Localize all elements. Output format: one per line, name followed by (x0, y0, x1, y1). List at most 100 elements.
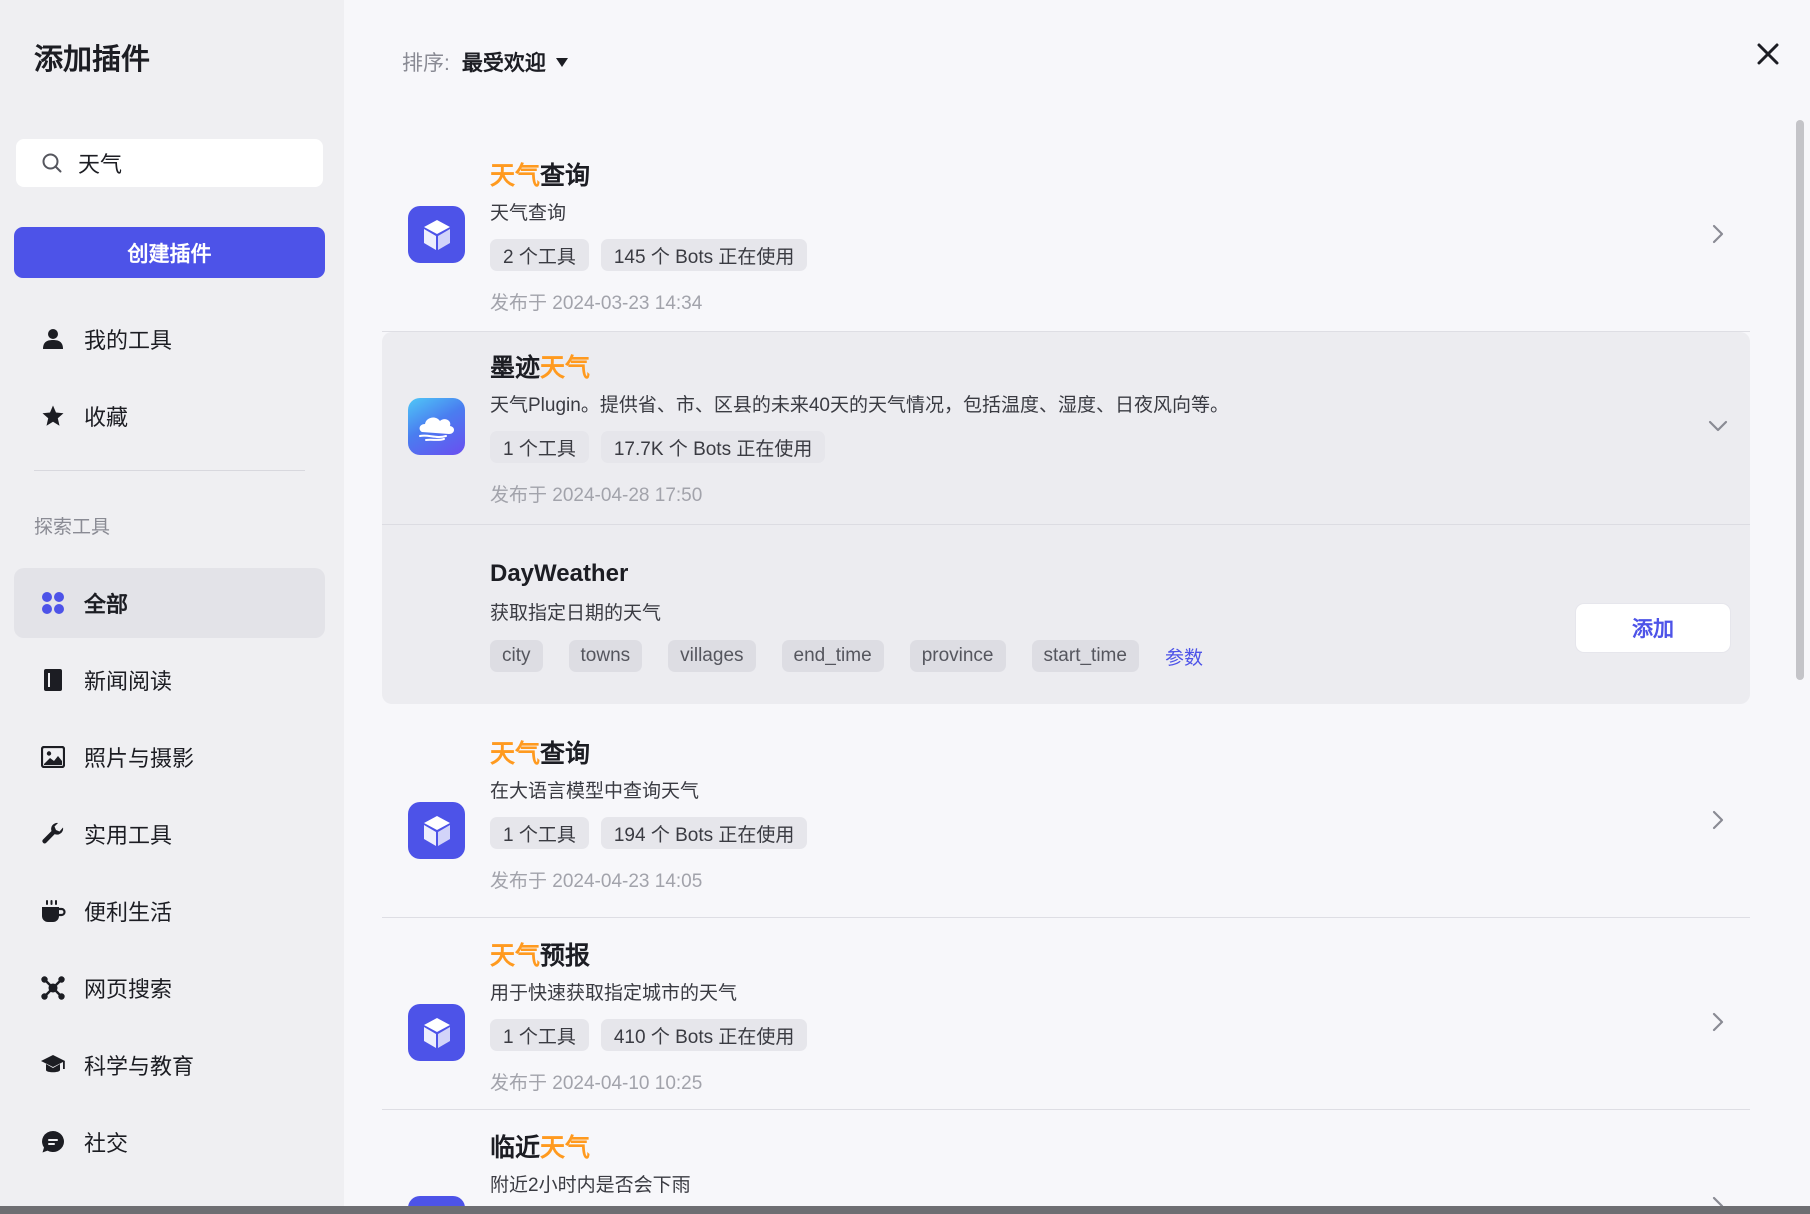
plugin-title: 墨迹天气 (490, 348, 590, 384)
nav-category-photo[interactable]: 照片与摄影 (14, 722, 325, 792)
nav-label: 收藏 (84, 405, 129, 430)
section-label: 探索工具 (34, 517, 111, 538)
create-plugin-button[interactable]: 创建插件 (14, 227, 325, 278)
nav-category-utilities[interactable]: 实用工具 (14, 799, 325, 869)
divider (382, 524, 1750, 525)
nav-category-all[interactable]: 全部 (14, 568, 325, 638)
add-plugin-dialog: 添加插件 创建插件 我的工具 收藏 探索工具 (0, 0, 1810, 1206)
chevron-right-icon[interactable] (1708, 810, 1728, 830)
bot-usage-tag: 145 个 Bots 正在使用 (600, 239, 808, 271)
tool-params: city towns villages end_time province st… (490, 640, 1203, 672)
chevron-right-icon[interactable] (1708, 224, 1728, 244)
params-link[interactable]: 参数 (1165, 643, 1203, 670)
nav-category-lifestyle[interactable]: 便利生活 (14, 876, 325, 946)
nav-category-social[interactable]: 社交 (14, 1107, 325, 1177)
scrollbar[interactable] (1794, 118, 1806, 1206)
title-highlight: 天气 (490, 740, 541, 768)
nav-label: 科学与教育 (84, 1054, 195, 1079)
nav-favorites[interactable]: 收藏 (14, 381, 325, 451)
plugin-tags: 1 个工具 410 个 Bots 正在使用 (490, 1019, 808, 1051)
nav-label: 我的工具 (84, 328, 173, 353)
plugin-description: 在大语言模型中查询天气 (490, 781, 700, 802)
nav-label: 全部 (84, 592, 129, 617)
param-tag: city (490, 640, 543, 672)
caret-down-icon (555, 57, 568, 67)
title-highlight: 天气 (540, 354, 591, 382)
chat-icon (40, 1129, 66, 1155)
publish-date: 发布于 2024-04-10 10:25 (490, 1073, 703, 1094)
param-tag: villages (668, 640, 756, 672)
tool-count-tag: 1 个工具 (490, 431, 589, 463)
plugin-description: 附近2小时内是否会下雨 (490, 1175, 691, 1196)
main-panel: 排序: 最受欢迎 天气查询 天气查询 2 个工具 145 个 Bots 正在使用… (344, 0, 1810, 1206)
bot-usage-tag: 17.7K 个 Bots 正在使用 (600, 431, 826, 463)
plugin-logo-icon (408, 1196, 465, 1206)
plugin-tags: 1 个工具 194 个 Bots 正在使用 (490, 817, 808, 849)
bot-usage-tag: 194 个 Bots 正在使用 (600, 817, 808, 849)
search-icon (42, 153, 62, 173)
sidebar: 添加插件 创建插件 我的工具 收藏 探索工具 (0, 0, 344, 1206)
nav-my-tools[interactable]: 我的工具 (14, 304, 325, 374)
plugin-tags: 1 个工具 17.7K 个 Bots 正在使用 (490, 431, 826, 463)
plugin-card[interactable]: 天气查询 在大语言模型中查询天气 1 个工具 194 个 Bots 正在使用 发… (382, 704, 1750, 918)
scrollbar-thumb[interactable] (1796, 120, 1804, 680)
nav-category-education[interactable]: 科学与教育 (14, 1030, 325, 1100)
nav-label: 新闻阅读 (84, 669, 173, 694)
moji-weather-logo-icon (408, 398, 465, 455)
title-rest: 查询 (540, 162, 591, 190)
star-icon (40, 403, 66, 429)
plugin-title: 天气查询 (490, 734, 590, 770)
cup-icon (40, 898, 66, 924)
plugin-title: 天气查询 (490, 156, 590, 192)
plugin-title: 临近天气 (490, 1128, 590, 1164)
title-rest: 预报 (540, 942, 591, 970)
grid-icon (40, 590, 66, 616)
search-box[interactable] (16, 139, 323, 187)
nav-category-news[interactable]: 新闻阅读 (14, 645, 325, 715)
window-bottom-edge (0, 1206, 1810, 1214)
plugin-tags: 2 个工具 145 个 Bots 正在使用 (490, 239, 808, 271)
tool-count-tag: 2 个工具 (490, 239, 589, 271)
nav-category-web-search[interactable]: 网页搜索 (14, 953, 325, 1023)
param-tag: start_time (1031, 640, 1139, 672)
add-tool-button[interactable]: 添加 (1576, 604, 1730, 652)
plugin-logo-icon (408, 1004, 465, 1061)
title-highlight: 天气 (490, 162, 541, 190)
tool-count-tag: 1 个工具 (490, 817, 589, 849)
chevron-right-icon[interactable] (1708, 1012, 1728, 1032)
close-icon[interactable] (1754, 40, 1782, 68)
plugin-description: 天气查询 (490, 203, 567, 224)
publish-date: 发布于 2024-04-23 14:05 (490, 871, 703, 892)
publish-date: 发布于 2024-03-23 14:34 (490, 293, 703, 314)
plugin-card[interactable]: 天气预报 用于快速获取指定城市的天气 1 个工具 410 个 Bots 正在使用… (382, 918, 1750, 1110)
sort-value: 最受欢迎 (461, 52, 546, 75)
dialog-title: 添加插件 (34, 44, 151, 76)
nav-label: 社交 (84, 1131, 129, 1156)
title-rest: 查询 (540, 740, 591, 768)
title-prefix: 墨迹 (490, 354, 541, 382)
param-tag: end_time (781, 640, 884, 672)
nav-label: 便利生活 (84, 900, 173, 925)
image-icon (40, 744, 66, 770)
plugin-title: 天气预报 (490, 936, 590, 972)
sidebar-divider (34, 470, 305, 471)
book-icon (40, 667, 66, 693)
tool-name: DayWeather (490, 560, 629, 587)
plugin-description: 用于快速获取指定城市的天气 (490, 983, 738, 1004)
param-tag: province (909, 640, 1006, 672)
search-input[interactable] (78, 145, 308, 181)
tool-description: 获取指定日期的天气 (490, 603, 662, 624)
chevron-right-icon[interactable] (1708, 1196, 1728, 1206)
publish-date: 发布于 2024-04-28 17:50 (490, 485, 703, 506)
nav-label: 照片与摄影 (84, 746, 195, 771)
bot-usage-tag: 410 个 Bots 正在使用 (600, 1019, 808, 1051)
title-highlight: 天气 (490, 942, 541, 970)
sort-dropdown[interactable]: 排序: 最受欢迎 (402, 47, 568, 77)
chevron-down-icon[interactable] (1708, 416, 1728, 436)
nav-label: 实用工具 (84, 823, 173, 848)
plugin-card[interactable]: 临近天气 附近2小时内是否会下雨 (382, 1110, 1750, 1206)
plugin-logo-icon (408, 206, 465, 263)
title-prefix: 临近 (490, 1134, 541, 1162)
nav-label: 网页搜索 (84, 977, 173, 1002)
plugin-card[interactable]: 天气查询 天气查询 2 个工具 145 个 Bots 正在使用 发布于 2024… (382, 118, 1750, 332)
